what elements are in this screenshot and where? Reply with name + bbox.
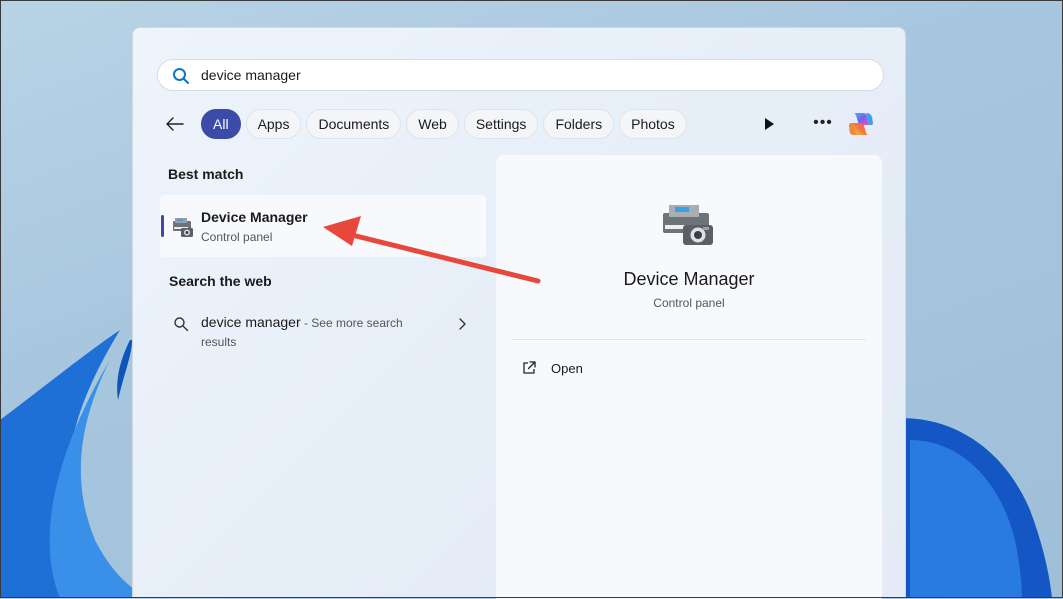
detail-subtitle: Control panel [653, 296, 725, 310]
best-match-subtitle: Control panel [201, 230, 273, 244]
device-manager-large-icon [663, 205, 713, 245]
filter-all[interactable]: All [201, 109, 241, 139]
open-label: Open [551, 360, 583, 376]
filter-bar: All Apps Documents Web Settings Folders … [159, 108, 692, 140]
filter-photos[interactable]: Photos [619, 109, 687, 139]
more-options-icon[interactable]: ••• [811, 114, 835, 134]
best-match-result[interactable]: Device Manager Control panel [160, 195, 486, 257]
chevron-right-icon[interactable] [456, 317, 468, 331]
start-search-panel: device manager All Apps Documents Web Se… [132, 27, 906, 599]
windows-bloom-wallpaper-right [880, 418, 1052, 598]
web-query-text: device manager [201, 314, 301, 330]
filter-folders[interactable]: Folders [543, 109, 615, 139]
more-filters-play-icon[interactable] [759, 114, 779, 134]
search-icon [173, 68, 189, 84]
web-search-icon [174, 317, 189, 332]
web-more-text: - See more search [300, 316, 403, 330]
device-manager-icon [173, 218, 193, 237]
filter-documents[interactable]: Documents [306, 109, 402, 139]
best-match-title: Device Manager [201, 209, 308, 225]
open-external-icon [523, 361, 536, 374]
filter-apps[interactable]: Apps [245, 109, 302, 139]
search-web-heading: Search the web [169, 273, 272, 289]
detail-title: Device Manager [623, 269, 755, 289]
back-arrow-icon [166, 117, 184, 131]
search-box[interactable]: device manager [157, 59, 884, 91]
detail-panel: Device Manager Control panel Open [496, 155, 882, 599]
filter-settings[interactable]: Settings [463, 109, 539, 139]
filter-web[interactable]: Web [406, 109, 459, 139]
back-button[interactable] [159, 108, 191, 140]
detail-divider [512, 339, 866, 340]
search-input[interactable]: device manager [201, 67, 301, 83]
open-action[interactable]: Open [521, 358, 583, 378]
selection-indicator [161, 215, 164, 237]
copilot-icon[interactable] [845, 108, 877, 140]
best-match-heading: Best match [168, 166, 244, 182]
web-search-result[interactable]: device manager - See more search results [160, 306, 486, 354]
web-more-text-line2: results [201, 335, 237, 349]
